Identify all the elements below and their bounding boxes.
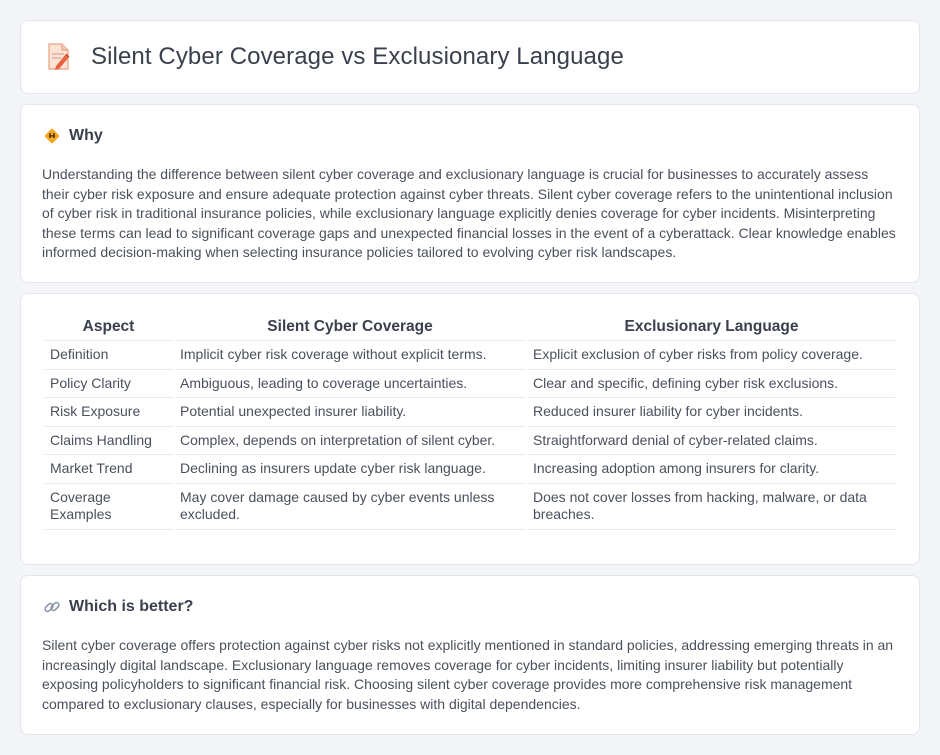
exclusionary-cell: Explicit exclusion of cyber risks from p… [528,341,895,370]
silent-cell: Complex, depends on interpretation of si… [175,427,525,455]
exclusionary-cell: Straightforward denial of cyber-related … [528,427,895,455]
table-row: Risk Exposure Potential unexpected insur… [45,398,895,427]
better-title: Which is better? [69,598,194,615]
aspect-cell: Policy Clarity [45,370,172,398]
why-heading: Why [43,127,103,145]
exclusionary-cell: Does not cover losses from hacking, malw… [528,484,895,530]
better-heading: Which is better? [43,598,193,616]
aspect-cell: Definition [45,341,172,370]
exclusionary-cell: Reduced insurer liability for cyber inci… [528,398,895,427]
why-section: Why Understanding the difference between… [20,104,920,283]
table-header-row: Aspect Silent Cyber Coverage Exclusionar… [45,316,895,341]
silent-cell: Declining as insurers update cyber risk … [175,455,525,484]
diamond-warning-icon [44,128,60,144]
aspect-cell: Claims Handling [45,427,172,455]
silent-cell: Ambiguous, leading to coverage uncertain… [175,370,525,398]
table-row: Definition Implicit cyber risk coverage … [45,341,895,370]
header-aspect: Aspect [45,316,172,341]
aspect-cell: Coverage Examples [45,484,172,530]
table-row: Market Trend Declining as insurers updat… [45,455,895,484]
silent-cell: May cover damage caused by cyber events … [175,484,525,530]
header-card: Silent Cyber Coverage vs Exclusionary La… [20,20,920,94]
better-text: Silent cyber coverage offers protection … [42,637,894,712]
why-title: Why [69,127,103,144]
table-row: Claims Handling Complex, depends on inte… [45,427,895,455]
document-pencil-icon [48,43,70,70]
aspect-cell: Risk Exposure [45,398,172,427]
page-title: Silent Cyber Coverage vs Exclusionary La… [91,43,624,70]
why-text: Understanding the difference between sil… [42,166,896,261]
comparison-section: Aspect Silent Cyber Coverage Exclusionar… [20,293,920,565]
table-row: Coverage Examples May cover damage cause… [45,484,895,530]
silent-cell: Implicit cyber risk coverage without exp… [175,341,525,370]
header-silent-cyber: Silent Cyber Coverage [175,316,525,341]
aspect-cell: Market Trend [45,455,172,484]
comparison-table: Aspect Silent Cyber Coverage Exclusionar… [42,316,898,530]
exclusionary-cell: Clear and specific, defining cyber risk … [528,370,895,398]
which-better-section: Which is better? Silent cyber coverage o… [20,575,920,735]
header-exclusionary: Exclusionary Language [528,316,895,341]
exclusionary-cell: Increasing adoption among insurers for c… [528,455,895,484]
link-icon [44,601,60,613]
title-row: Silent Cyber Coverage vs Exclusionary La… [47,43,624,71]
table-row: Policy Clarity Ambiguous, leading to cov… [45,370,895,398]
silent-cell: Potential unexpected insurer liability. [175,398,525,427]
